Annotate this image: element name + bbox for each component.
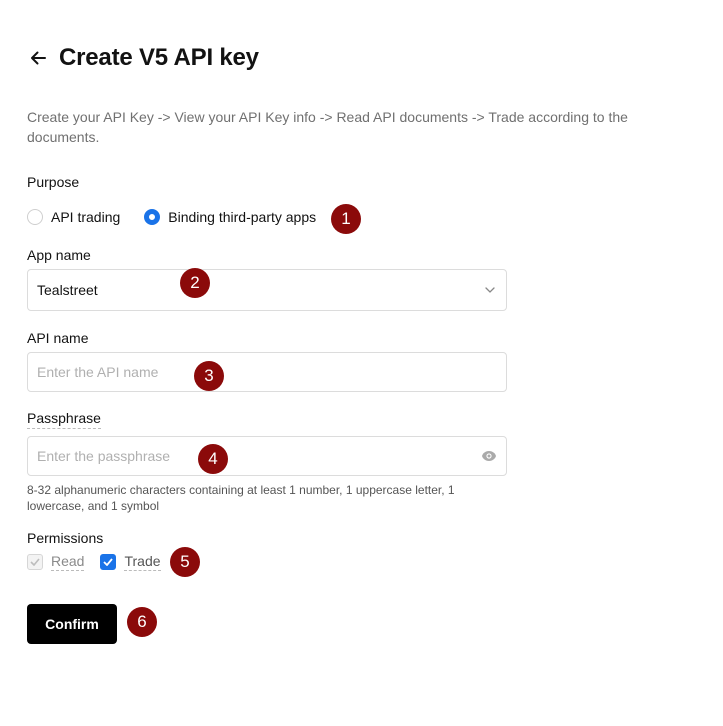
annotation-badge: 2 [180, 268, 210, 298]
annotation-badge: 5 [170, 547, 200, 577]
app-name-label: App name [27, 247, 91, 263]
page-title: Create V5 API key [59, 44, 259, 71]
radio-button[interactable] [27, 209, 43, 225]
radio-api-trading[interactable]: API trading [27, 209, 120, 225]
radio-label: Binding third-party apps [168, 209, 317, 225]
annotation-badge: 1 [331, 204, 361, 234]
permissions-label: Permissions [27, 530, 104, 546]
app-name-select[interactable]: Tealstreet [27, 269, 507, 311]
checkbox-read: Read [27, 553, 85, 571]
purpose-radio-group: API trading Binding third-party apps [27, 209, 340, 225]
page-description: Create your API Key -> View your API Key… [27, 109, 628, 145]
passphrase-hint: 8-32 alphanumeric characters containing … [27, 483, 455, 513]
purpose-label: Purpose [27, 174, 80, 190]
radio-label: API trading [51, 209, 121, 225]
radio-button-checked[interactable] [144, 209, 161, 225]
checkbox-label: Trade [124, 553, 161, 571]
confirm-button[interactable]: Confirm [27, 604, 117, 644]
chevron-down-icon[interactable] [483, 283, 497, 297]
api-name-field[interactable] [27, 352, 507, 392]
annotation-badge: 4 [198, 444, 228, 474]
permissions-group: Read Trade [27, 553, 177, 571]
radio-binding-third-party-apps[interactable]: Binding third-party apps [144, 209, 316, 225]
api-name-input[interactable] [37, 364, 497, 380]
passphrase-input[interactable] [37, 448, 481, 464]
annotation-badge: 3 [194, 361, 224, 391]
page-header: Create V5 API key [27, 44, 259, 72]
eye-icon[interactable] [481, 448, 497, 464]
checkbox-trade-box[interactable] [100, 554, 117, 570]
app-name-value: Tealstreet [37, 282, 98, 298]
checkbox-label: Read [51, 553, 85, 571]
passphrase-label[interactable]: Passphrase [27, 410, 101, 429]
api-name-label: API name [27, 330, 89, 346]
annotation-badge: 6 [127, 607, 157, 637]
arrow-left-icon[interactable] [27, 47, 49, 69]
checkbox-read-box [27, 554, 43, 570]
checkbox-trade[interactable]: Trade [100, 553, 161, 571]
passphrase-field[interactable] [27, 436, 507, 476]
